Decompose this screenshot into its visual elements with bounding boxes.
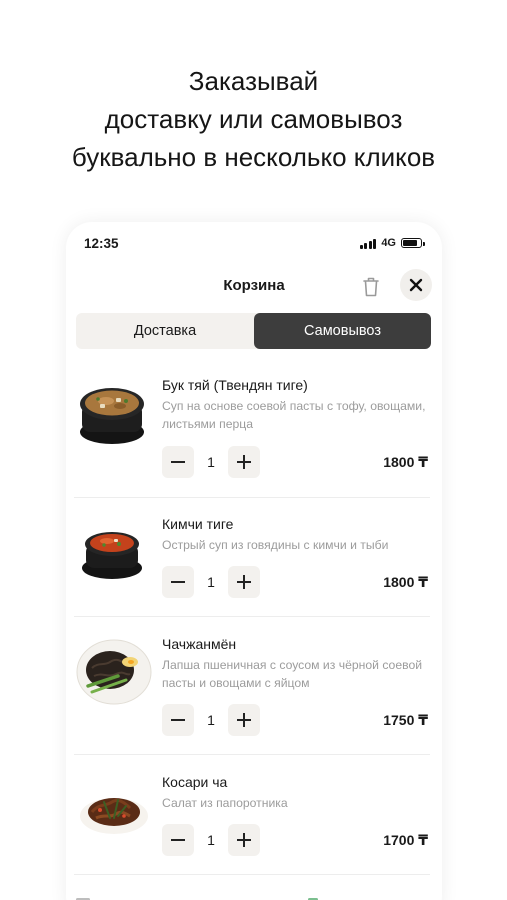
- dish-description: Салат из папоротника: [162, 796, 288, 810]
- quantity-stepper: 1: [162, 566, 262, 598]
- dish-name: Кимчи тиге: [162, 516, 234, 532]
- cart-summary-peek: [76, 894, 436, 900]
- dish-description: Лапша пшеничная с соусом из чёрной соево…: [162, 658, 423, 690]
- dish-image: [74, 374, 154, 450]
- dish-name: Косари ча: [162, 774, 228, 790]
- decrease-button[interactable]: [162, 824, 194, 856]
- signal-icon: [359, 238, 377, 249]
- quantity-value: 1: [207, 574, 215, 590]
- tab-delivery[interactable]: Доставка: [76, 313, 254, 349]
- status-bar: 12:35 4G: [84, 236, 425, 254]
- quantity-stepper: 1: [162, 704, 262, 736]
- divider: [74, 497, 430, 498]
- status-time: 12:35: [84, 236, 119, 251]
- dish-name: Бук тяй (Твендян тиге): [162, 377, 308, 393]
- headline-line-2: доставку или самовывоз: [104, 104, 403, 134]
- quantity-value: 1: [207, 712, 215, 728]
- dish-price: 1800 ₸: [383, 454, 428, 470]
- decrease-button[interactable]: [162, 446, 194, 478]
- trash-icon[interactable]: [360, 275, 382, 299]
- dish-price: 1750 ₸: [383, 712, 428, 728]
- dish-image: [74, 772, 154, 848]
- tab-pickup[interactable]: Самовывоз: [254, 313, 431, 349]
- promo-headline: Заказывай доставку или самовывоз букваль…: [0, 62, 507, 176]
- divider: [74, 616, 430, 617]
- dish-description: Суп на основе соевой пасты с тофу, овоща…: [162, 399, 426, 431]
- dish-description: Острый суп из говядины с кимчи и тыби: [162, 538, 389, 552]
- decrease-button[interactable]: [162, 704, 194, 736]
- status-indicators: 4G: [359, 237, 425, 249]
- headline-line-3: буквально в несколько кликов: [71, 142, 436, 172]
- battery-icon: [401, 238, 425, 248]
- page-title: Корзина: [223, 277, 285, 294]
- dish-image: [74, 634, 154, 710]
- quantity-value: 1: [207, 832, 215, 848]
- increase-button[interactable]: [228, 704, 260, 736]
- close-icon: [409, 278, 423, 292]
- quantity-stepper: 1: [162, 824, 262, 856]
- quantity-stepper: 1: [162, 446, 262, 478]
- decrease-button[interactable]: [162, 566, 194, 598]
- phone-screen: 12:35 4G Корзина Доставка Самовывоз Бук …: [66, 222, 442, 900]
- dish-image: [74, 514, 154, 590]
- quantity-value: 1: [207, 454, 215, 470]
- headline-line-1: Заказывай: [188, 66, 319, 96]
- divider: [74, 874, 430, 875]
- divider: [74, 754, 430, 755]
- network-type: 4G: [381, 237, 396, 249]
- dish-name: Чачжанмён: [162, 636, 237, 652]
- dish-price: 1800 ₸: [383, 574, 428, 590]
- delivery-mode-switch: Доставка Самовывоз: [76, 313, 431, 349]
- increase-button[interactable]: [228, 824, 260, 856]
- increase-button[interactable]: [228, 566, 260, 598]
- close-button[interactable]: [400, 269, 432, 301]
- dish-price: 1700 ₸: [383, 832, 428, 848]
- increase-button[interactable]: [228, 446, 260, 478]
